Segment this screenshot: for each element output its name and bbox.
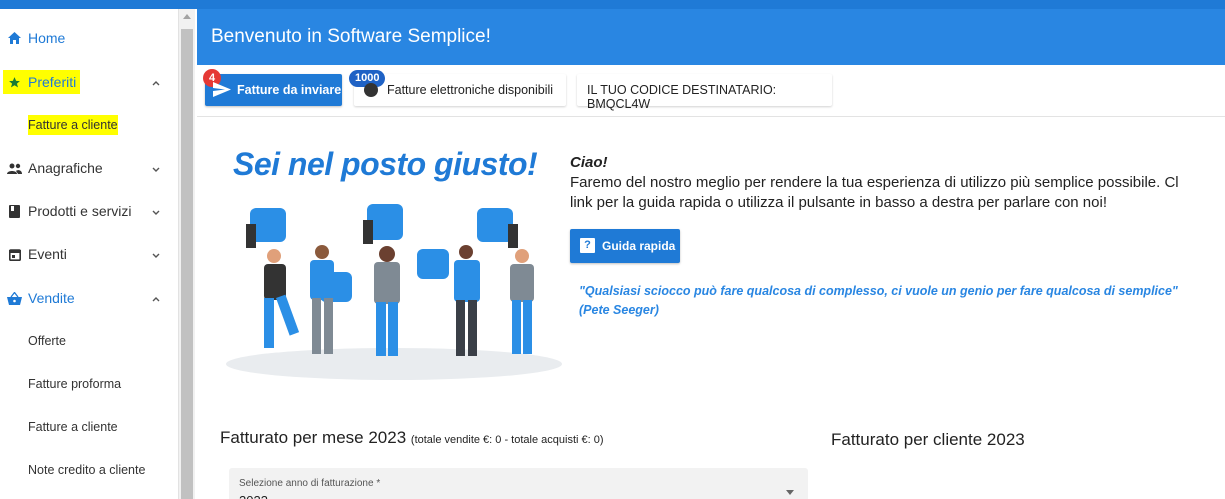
codice-destinatario-chip[interactable]: IL TUO CODICE DESTINATARIO: BMQCL4W bbox=[577, 74, 832, 111]
top-strip bbox=[0, 0, 1225, 9]
sidebar-item-label: Vendite bbox=[28, 290, 75, 306]
guida-rapida-button[interactable]: ? Guida rapida bbox=[570, 229, 680, 263]
button-label: Fatture da inviare bbox=[237, 83, 342, 97]
customer-revenue-title: Fatturato per cliente 2023 bbox=[831, 430, 1025, 449]
chevron-up-icon bbox=[150, 76, 162, 88]
chevron-down-icon bbox=[150, 162, 162, 174]
sidebar-item-anagrafiche[interactable]: Anagrafiche bbox=[0, 153, 178, 183]
help-icon: ? bbox=[580, 238, 595, 253]
select-value: 2023 bbox=[239, 493, 268, 499]
sidebar-subitem-note-credito[interactable]: Note credito a cliente bbox=[28, 460, 145, 480]
fatture-elettroniche-button[interactable]: 1000 Fatture elettroniche disponibili bbox=[349, 70, 566, 106]
book-icon bbox=[7, 204, 22, 219]
hero-title: Sei nel posto giusto! bbox=[233, 146, 538, 182]
scrollbar-thumb[interactable] bbox=[181, 29, 193, 499]
intro-line-2: link per la guida rapida o utilizza il p… bbox=[570, 194, 1107, 211]
sidebar-item-label: Prodotti e servizi bbox=[28, 203, 132, 219]
quote-text: "Qualsiasi sciocco può fare qualcosa di … bbox=[579, 282, 1178, 320]
intro-line-1: Faremo del nostro meglio per rendere la … bbox=[570, 174, 1179, 191]
sidebar-item-eventi[interactable]: Eventi bbox=[0, 239, 178, 269]
chevron-up-icon bbox=[150, 292, 162, 304]
download-icon bbox=[364, 83, 378, 97]
dropdown-arrow-icon bbox=[786, 490, 794, 495]
quote-author: (Pete Seeger) bbox=[579, 303, 659, 317]
main-header: Benvenuto in Software Semplice! bbox=[197, 9, 1225, 65]
page-title: Benvenuto in Software Semplice! bbox=[211, 26, 491, 47]
sidebar-item-vendite[interactable]: Vendite bbox=[0, 283, 178, 313]
basket-icon bbox=[7, 291, 22, 306]
button-label: Fatture elettroniche disponibili bbox=[387, 83, 554, 97]
sidebar-item-label: Home bbox=[28, 30, 66, 46]
scroll-up-arrow-icon[interactable] bbox=[183, 14, 191, 19]
sidebar-item-label: Anagrafiche bbox=[28, 160, 103, 176]
toolbar: 4 Fatture da inviare 1000 Fatture elettr… bbox=[197, 65, 1225, 117]
sidebar-scrollbar[interactable] bbox=[178, 9, 195, 499]
chip-label: IL TUO CODICE DESTINATARIO: BMQCL4W bbox=[587, 83, 777, 111]
home-icon bbox=[7, 31, 22, 46]
star-icon bbox=[7, 75, 22, 90]
sidebar-item-preferiti[interactable]: Preferiti bbox=[0, 67, 178, 97]
sidebar-item-label: Eventi bbox=[28, 246, 67, 262]
intro-text: Faremo del nostro meglio per rendere la … bbox=[570, 173, 1225, 213]
sidebar-subitem-offerte[interactable]: Offerte bbox=[28, 331, 66, 351]
year-select[interactable]: Selezione anno di fatturazione * 2023 bbox=[229, 468, 808, 499]
sidebar-item-home[interactable]: Home bbox=[0, 23, 178, 53]
sidebar-item-prodotti[interactable]: Prodotti e servizi bbox=[0, 196, 178, 226]
fatture-da-inviare-button[interactable]: 4 Fatture da inviare bbox=[203, 69, 342, 106]
people-icon bbox=[7, 161, 22, 176]
send-icon bbox=[213, 82, 231, 100]
sidebar: Home Preferiti Fatture a cliente Anagraf… bbox=[0, 9, 180, 499]
calendar-icon bbox=[7, 247, 22, 262]
quote-line: "Qualsiasi sciocco può fare qualcosa di … bbox=[579, 284, 1178, 298]
sidebar-item-label: Preferiti bbox=[28, 74, 77, 90]
section-title: Fatturato per mese 2023 bbox=[220, 428, 407, 447]
greeting-text: Ciao! bbox=[570, 154, 608, 171]
sidebar-subitem-fatture-a-cliente-fav[interactable]: Fatture a cliente bbox=[28, 115, 118, 135]
sidebar-subitem-fatture-a-cliente[interactable]: Fatture a cliente bbox=[28, 417, 118, 437]
thumbs-up-illustration bbox=[226, 204, 562, 380]
chevron-down-icon bbox=[150, 248, 162, 260]
button-label: Guida rapida bbox=[602, 239, 676, 253]
totals-summary: (totale vendite €: 0 - totale acquisti €… bbox=[410, 434, 604, 446]
select-label: Selezione anno di fatturazione * bbox=[239, 478, 381, 489]
sidebar-subitem-fatture-proforma[interactable]: Fatture proforma bbox=[28, 374, 121, 394]
monthly-revenue-title: Fatturato per mese 2023 (totale vendite … bbox=[220, 428, 604, 448]
chevron-down-icon bbox=[150, 205, 162, 217]
